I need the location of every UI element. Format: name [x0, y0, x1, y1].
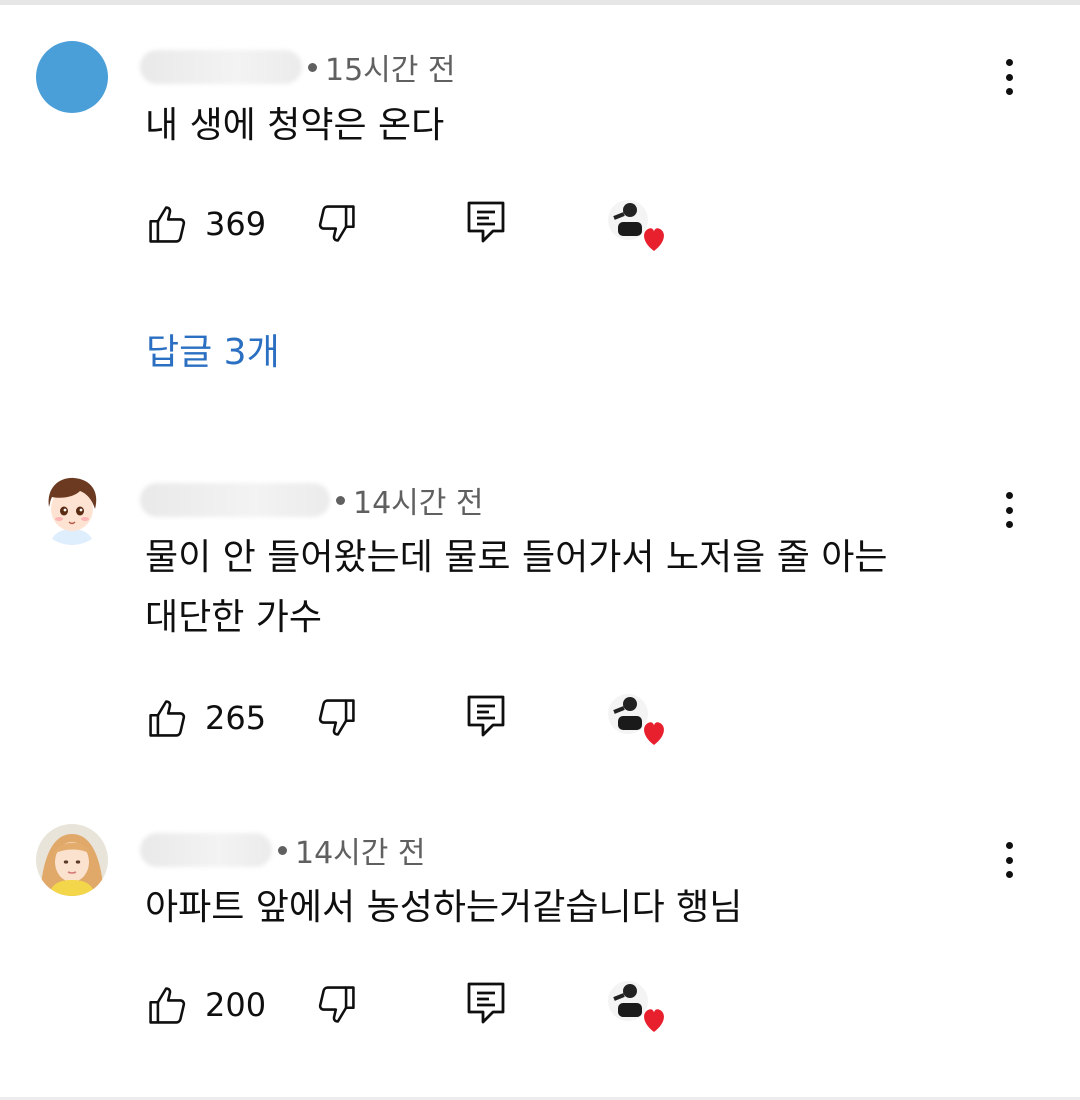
- like-count: 265: [205, 699, 267, 737]
- avatar[interactable]: [36, 473, 108, 545]
- avatar[interactable]: [36, 41, 108, 113]
- separator-dot: [336, 495, 345, 505]
- reply-icon: [467, 982, 505, 1024]
- more-options-icon[interactable]: [994, 55, 1024, 99]
- comment-meta: 15시간 전: [140, 45, 456, 89]
- reply-button[interactable]: [466, 200, 506, 246]
- like-button[interactable]: [146, 696, 190, 740]
- comment-time: 14시간 전: [353, 486, 484, 521]
- thumbs-up-icon: [149, 206, 186, 243]
- comment-time: 14시간 전: [295, 836, 426, 871]
- thumbs-up-icon: [149, 700, 186, 737]
- like-button[interactable]: [146, 983, 190, 1027]
- thumbs-down-icon: [318, 205, 355, 242]
- reply-icon: [467, 695, 505, 737]
- creator-heart-icon: [606, 977, 670, 1033]
- creator-heart-icon: [606, 196, 670, 252]
- cartoon-boy-avatar: [36, 473, 108, 545]
- comment-text: 내 생에 청약은 온다: [145, 105, 445, 146]
- like-button[interactable]: [146, 202, 190, 246]
- view-replies-link[interactable]: 답글 3개: [146, 328, 280, 378]
- comment-text-line-1: 물이 안 들어왔는데 물로 들어가서 노저을 줄 아는: [145, 537, 888, 578]
- dislike-button[interactable]: [314, 202, 358, 246]
- top-divider: [0, 0, 1080, 5]
- thumbs-up-icon: [149, 987, 186, 1024]
- comment-time: 15시간 전: [325, 53, 456, 88]
- comment-actions: 200: [0, 977, 1080, 1037]
- separator-dot: [278, 845, 287, 855]
- dislike-button[interactable]: [314, 696, 358, 740]
- photo-avatar: [36, 824, 108, 896]
- like-count: 200: [205, 986, 267, 1024]
- creator-heart-icon: [606, 690, 670, 746]
- author-name-blurred[interactable]: [140, 50, 302, 84]
- comment-actions: 369: [0, 196, 1080, 256]
- like-count: 369: [205, 205, 267, 243]
- author-name-blurred[interactable]: [140, 833, 272, 867]
- more-options-icon[interactable]: [994, 488, 1024, 532]
- reply-button[interactable]: [466, 694, 506, 740]
- reply-button[interactable]: [466, 981, 506, 1027]
- comment-meta: 14시간 전: [140, 478, 484, 522]
- separator-dot: [308, 62, 317, 72]
- dislike-button[interactable]: [314, 983, 358, 1027]
- thumbs-down-icon: [318, 699, 355, 736]
- comment-text: 아파트 앞에서 농성하는거같습니다 행님: [145, 887, 743, 928]
- author-name-blurred[interactable]: [140, 483, 330, 517]
- comment-text-line-2: 대단한 가수: [145, 597, 323, 638]
- comment-meta: 14시간 전: [140, 828, 426, 872]
- reply-icon: [467, 201, 505, 243]
- comment-actions: 265: [0, 690, 1080, 750]
- avatar[interactable]: [36, 824, 108, 896]
- more-options-icon[interactable]: [994, 838, 1024, 882]
- thumbs-down-icon: [318, 986, 355, 1023]
